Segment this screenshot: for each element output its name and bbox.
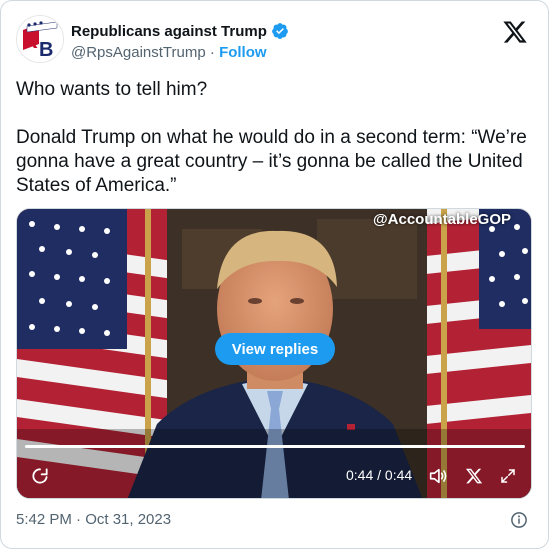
video-controls: 0:44 / 0:44 [17, 461, 531, 497]
tweet-header: R B Republicans against Trump @RpsAgains… [16, 15, 534, 63]
follow-button[interactable]: Follow [219, 44, 267, 61]
tweet-text-line-1: Who wants to tell him? [16, 79, 208, 100]
video-player[interactable]: @AccountableGOP View replies 0:44 / 0:44 [16, 208, 532, 499]
handle-separator: · [205, 44, 220, 61]
avatar-letter-r: R [22, 28, 38, 53]
tweet-text: Who wants to tell him? Donald Trump on w… [16, 78, 536, 198]
name-row: Republicans against Trump [71, 22, 289, 40]
verified-badge-icon [271, 23, 288, 39]
x-logo-icon[interactable] [502, 19, 528, 45]
video-watermark: @AccountableGOP [373, 211, 511, 228]
video-time: 0:44 / 0:44 [346, 467, 413, 483]
expand-icon[interactable] [497, 465, 519, 487]
tweet-text-line-2: Donald Trump on what he would do in a se… [16, 127, 527, 196]
handle-row: @RpsAgainstTrump · Follow [71, 44, 267, 61]
avatar-logo-icon: R B [17, 16, 63, 62]
display-name[interactable]: Republicans against Trump [71, 23, 267, 40]
tweet-timestamp[interactable]: 5:42 PM · Oct 31, 2023 [16, 511, 171, 528]
volume-icon[interactable] [427, 465, 449, 487]
video-progress-bar[interactable] [25, 445, 525, 448]
info-icon[interactable] [510, 511, 528, 529]
view-replies-button[interactable]: View replies [215, 333, 335, 365]
x-share-icon[interactable] [463, 465, 485, 487]
handle[interactable]: @RpsAgainstTrump [71, 44, 206, 61]
tweet-card: R B Republicans against Trump @RpsAgains… [0, 0, 549, 549]
avatar[interactable]: R B [16, 15, 64, 63]
replay-icon[interactable] [29, 465, 51, 487]
avatar-letter-b: B [39, 39, 53, 61]
